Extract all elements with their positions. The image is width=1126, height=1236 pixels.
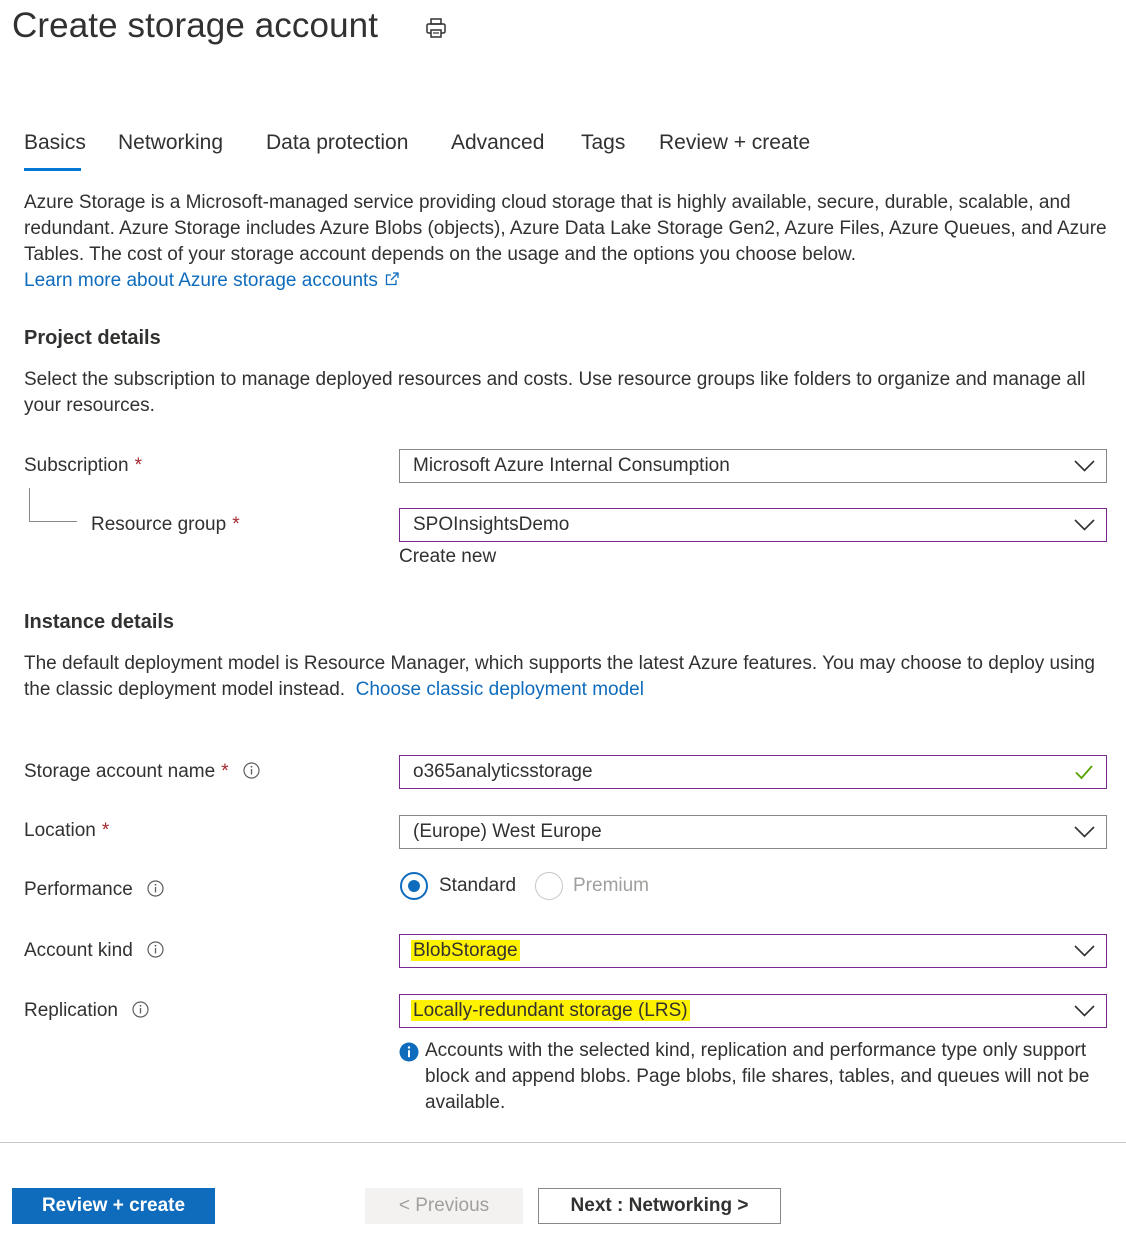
info-icon[interactable] [132,1001,149,1018]
tab-data-protection[interactable]: Data protection [266,131,408,165]
intro-paragraph: Azure Storage is a Microsoft-managed ser… [24,190,1114,294]
storage-account-name-input[interactable]: o365analyticsstorage [399,755,1107,789]
previous-button[interactable]: < Previous [365,1188,523,1224]
footer-divider [0,1142,1126,1143]
radio-standard[interactable] [400,872,428,900]
chevron-down-icon [1074,460,1095,472]
info-filled-icon [399,1042,419,1062]
subscription-label-text: Subscription [24,455,129,476]
classic-deployment-link[interactable]: Choose classic deployment model [356,679,644,700]
print-icon[interactable] [424,16,448,40]
info-icon[interactable] [242,762,260,779]
learn-more-link[interactable]: Learn more about Azure storage accounts [24,270,400,291]
chevron-down-icon [1074,945,1095,957]
notice-text: Accounts with the selected kind, replica… [425,1040,1090,1113]
info-icon[interactable] [147,941,164,958]
storage-account-name-value: o365analyticsstorage [413,761,593,782]
resource-group-value: SPOInsightsDemo [413,514,570,535]
subscription-value: Microsoft Azure Internal Consumption [413,455,730,476]
replication-value: Locally-redundant storage (LRS) [411,1000,690,1022]
review-create-button[interactable]: Review + create [12,1188,215,1224]
storage-account-name-label-text: Storage account name [24,761,216,782]
tab-label: Data protection [266,131,409,154]
intro-text: Azure Storage is a Microsoft-managed ser… [24,192,1107,265]
required-marker: * [221,761,229,782]
required-marker: * [232,514,240,535]
storage-account-name-label: Storage account name * [24,761,260,783]
account-kind-label: Account kind [24,940,164,962]
page-title: Create storage account [12,6,379,45]
location-dropdown[interactable]: (Europe) West Europe [399,815,1107,849]
replication-notice: Accounts with the selected kind, replica… [399,1038,1111,1116]
resource-group-label-text: Resource group [91,514,227,535]
required-marker: * [101,820,110,841]
info-icon[interactable] [147,880,164,897]
tree-connector [29,521,77,522]
account-kind-dropdown[interactable]: BlobStorage [399,934,1107,968]
subscription-label: Subscription * [24,455,142,477]
tab-label: Tags [581,131,626,154]
tree-connector [29,488,30,521]
chevron-down-icon [1074,826,1095,838]
tab-label: Advanced [451,131,545,154]
external-link-icon [385,272,399,286]
highlight-marker: Locally-redundant storage (LRS) [411,1000,690,1021]
instance-details-heading: Instance details [24,611,175,633]
project-details-description: Select the subscription to manage deploy… [24,369,1086,416]
performance-label: Performance [24,879,164,901]
location-label: Location * [24,820,109,842]
radio-premium-label: Premium [573,875,650,896]
tab-label: Basics [24,131,86,154]
project-details-heading: Project details [24,327,161,349]
location-label-text: Location [24,820,96,841]
create-new-link[interactable]: Create new [399,546,496,568]
resource-group-dropdown[interactable]: SPOInsightsDemo [399,508,1107,542]
replication-label-text: Replication [24,1000,118,1021]
account-kind-label-text: Account kind [24,940,133,961]
create-storage-account-page: Create storage account Basics Networking… [0,0,1126,1236]
required-marker: * [134,455,142,476]
radio-premium[interactable] [535,872,563,900]
next-networking-button[interactable]: Next : Networking > [538,1188,781,1224]
replication-dropdown[interactable]: Locally-redundant storage (LRS) [399,994,1107,1028]
replication-label: Replication [24,1000,149,1022]
subscription-dropdown[interactable]: Microsoft Azure Internal Consumption [399,449,1107,483]
chevron-down-icon [1074,1005,1095,1017]
tab-basics[interactable]: Basics [24,131,86,171]
performance-label-text: Performance [24,879,133,900]
radio-standard-label: Standard [439,875,517,896]
learn-more-link-text: Learn more about Azure storage accounts [24,270,378,291]
tab-advanced[interactable]: Advanced [451,131,544,165]
tab-label: Review + create [659,131,811,154]
account-kind-value: BlobStorage [411,940,520,962]
instance-details-description: The default deployment model is Resource… [24,651,1114,703]
resource-group-label: Resource group * [91,514,240,536]
tab-label: Networking [118,131,224,154]
location-value: (Europe) West Europe [413,821,602,842]
tab-networking[interactable]: Networking [118,131,223,165]
active-tab-indicator [24,168,81,171]
tab-review-create[interactable]: Review + create [659,131,810,165]
chevron-down-icon [1074,519,1095,531]
checkmark-icon [1075,765,1093,780]
highlight-marker: BlobStorage [411,940,520,961]
tab-tags[interactable]: Tags [581,131,625,165]
